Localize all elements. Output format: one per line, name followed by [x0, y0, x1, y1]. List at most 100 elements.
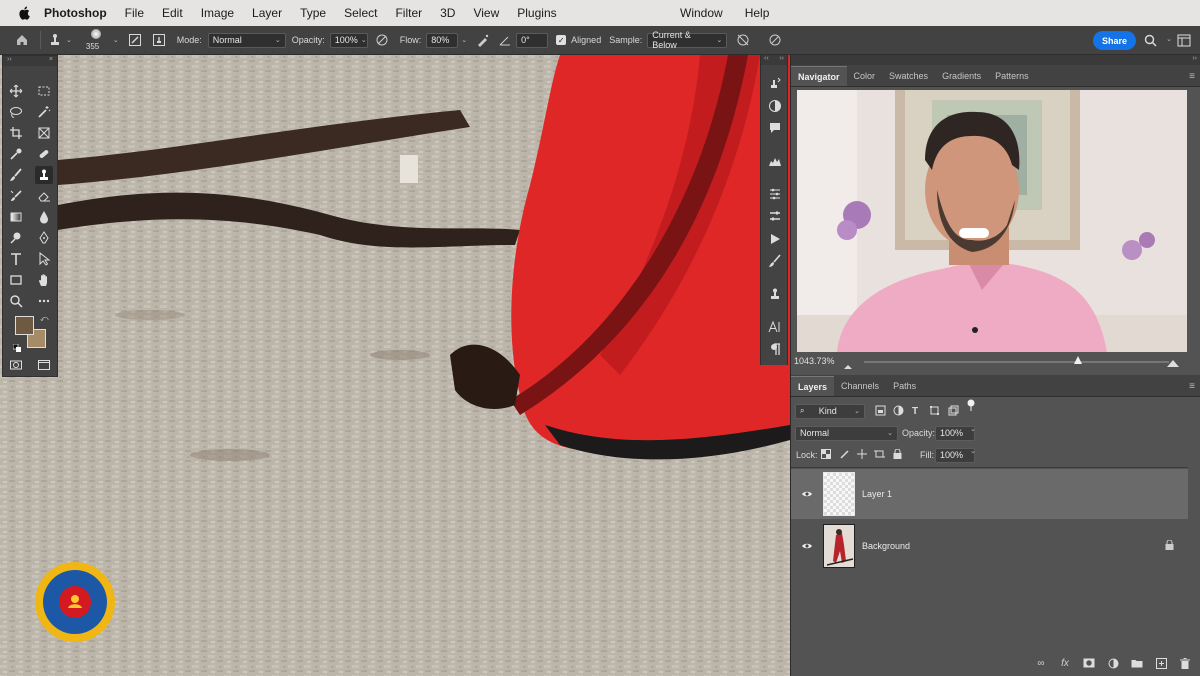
- history-brush-icon[interactable]: [7, 187, 25, 205]
- zoom-icon[interactable]: [7, 292, 25, 310]
- marquee-icon[interactable]: [35, 82, 53, 100]
- eyedropper-icon[interactable]: [7, 145, 25, 163]
- panel-menu-icon[interactable]: ≡: [1189, 71, 1195, 82]
- layer-name[interactable]: Background: [862, 541, 910, 551]
- clone-stamp-preset-icon[interactable]: [47, 32, 63, 48]
- navigator-preview[interactable]: [797, 90, 1187, 352]
- magic-wand-icon[interactable]: [35, 103, 53, 121]
- blend-mode-select[interactable]: Normal ⌄: [795, 425, 898, 441]
- menu-filter[interactable]: Filter: [395, 6, 422, 20]
- type-filter-icon[interactable]: T: [912, 406, 918, 417]
- add-mask-icon[interactable]: [1083, 657, 1095, 669]
- layer-opacity-input[interactable]: 100%: [935, 425, 975, 441]
- gradient-icon[interactable]: [7, 208, 25, 226]
- blur-icon[interactable]: [35, 208, 53, 226]
- search-icon[interactable]: [1142, 32, 1158, 48]
- comments-icon[interactable]: [767, 120, 783, 136]
- properties-icon[interactable]: [767, 186, 783, 202]
- tab-channels[interactable]: Channels: [834, 376, 886, 396]
- chevron-down-icon[interactable]: ⌄: [970, 447, 976, 455]
- healing-brush-icon[interactable]: [35, 145, 53, 163]
- sample-select[interactable]: Current & Below ⌄: [647, 30, 728, 50]
- chevron-down-icon[interactable]: ⌄: [461, 36, 467, 44]
- lock-artboard-icon[interactable]: [874, 449, 885, 461]
- path-select-icon[interactable]: [35, 250, 53, 268]
- screen-mode-icon[interactable]: [35, 356, 53, 374]
- layer-row[interactable]: Background: [791, 521, 1188, 571]
- move-icon[interactable]: [7, 82, 25, 100]
- frame-icon[interactable]: [35, 124, 53, 142]
- flow-input[interactable]: 80%: [426, 32, 459, 48]
- character-icon[interactable]: [767, 319, 783, 335]
- apple-icon[interactable]: [16, 6, 32, 20]
- tool-presets-icon[interactable]: [767, 286, 783, 302]
- visibility-eye-icon[interactable]: [797, 542, 817, 550]
- pressure-opacity-icon[interactable]: [374, 32, 390, 48]
- menu-edit[interactable]: Edit: [162, 6, 183, 20]
- lock-all-icon[interactable]: [893, 448, 902, 461]
- dock-header[interactable]: ››: [791, 55, 1200, 65]
- adjustment-filter-icon[interactable]: [893, 405, 904, 418]
- layer-name[interactable]: Layer 1: [862, 489, 892, 499]
- chevron-down-icon[interactable]: ⌄: [66, 36, 72, 44]
- layer-style-icon[interactable]: fx: [1059, 657, 1071, 669]
- menu-help[interactable]: Help: [745, 6, 770, 20]
- menu-plugins[interactable]: Plugins: [517, 6, 556, 20]
- share-button[interactable]: Share: [1093, 31, 1136, 50]
- tab-navigator[interactable]: Navigator: [791, 66, 847, 86]
- tab-patterns[interactable]: Patterns: [988, 66, 1036, 86]
- new-layer-icon[interactable]: [1155, 657, 1167, 669]
- pen-icon[interactable]: [35, 229, 53, 247]
- visibility-eye-icon[interactable]: [797, 490, 817, 498]
- navigator-zoom-slider[interactable]: [864, 356, 1169, 364]
- swap-colors-icon[interactable]: ⤺: [40, 314, 49, 324]
- eraser-icon[interactable]: [35, 187, 53, 205]
- actions-play-icon[interactable]: [767, 231, 783, 247]
- home-icon[interactable]: [14, 32, 30, 48]
- tab-gradients[interactable]: Gradients: [935, 66, 988, 86]
- brush-icon[interactable]: [7, 166, 25, 184]
- pixel-filter-icon[interactable]: [875, 405, 886, 418]
- rectangle-icon[interactable]: [7, 271, 25, 289]
- menu-layer[interactable]: Layer: [252, 6, 282, 20]
- angle-input[interactable]: 0°: [516, 32, 549, 48]
- more-tools-icon[interactable]: [35, 292, 53, 310]
- brush-settings-icon[interactable]: [127, 32, 143, 48]
- lasso-icon[interactable]: [7, 103, 25, 121]
- link-layers-icon[interactable]: ∞: [1035, 657, 1047, 669]
- strip-header[interactable]: ‹‹ ››: [761, 55, 787, 65]
- histogram-icon[interactable]: [767, 153, 783, 169]
- lock-transparent-icon[interactable]: [821, 449, 831, 461]
- libraries-icon[interactable]: [767, 208, 783, 224]
- foreground-color-swatch-top[interactable]: [15, 316, 34, 335]
- clone-source-icon[interactable]: [151, 32, 167, 48]
- menu-file[interactable]: File: [125, 6, 144, 20]
- menu-select[interactable]: Select: [344, 6, 377, 20]
- panel-menu-icon[interactable]: ≡: [1189, 381, 1195, 392]
- airbrush-icon[interactable]: [475, 32, 491, 48]
- document-canvas[interactable]: [0, 55, 790, 676]
- crop-icon[interactable]: [7, 124, 25, 142]
- aligned-checkbox[interactable]: ✓: [556, 35, 567, 45]
- filter-kind-select[interactable]: ⌕ Kind ⌄: [795, 403, 865, 419]
- quick-mask-icon[interactable]: [7, 356, 25, 374]
- brush-settings-panel-icon[interactable]: [767, 253, 783, 269]
- brush-preset-picker[interactable]: 355: [82, 27, 110, 53]
- dodge-icon[interactable]: [7, 229, 25, 247]
- menu-3d[interactable]: 3D: [440, 6, 455, 20]
- smart-object-filter-icon[interactable]: [948, 405, 959, 418]
- clone-stamp-icon[interactable]: [35, 166, 53, 184]
- default-colors-icon[interactable]: [12, 339, 21, 352]
- layer-row[interactable]: Layer 1: [791, 469, 1188, 519]
- chevron-down-icon[interactable]: ⌄: [1166, 35, 1172, 43]
- fill-input[interactable]: 100%: [935, 447, 975, 463]
- menu-window[interactable]: Window: [680, 6, 723, 20]
- mode-select[interactable]: Normal ⌄: [207, 32, 286, 48]
- zoom-out-icon[interactable]: [843, 357, 853, 375]
- adjustments-icon[interactable]: [767, 98, 783, 114]
- new-group-icon[interactable]: [1131, 657, 1143, 669]
- tab-layers[interactable]: Layers: [791, 376, 835, 396]
- pressure-size-icon[interactable]: [767, 32, 783, 48]
- tab-paths[interactable]: Paths: [886, 376, 923, 396]
- zoom-slider-knob[interactable]: [1073, 356, 1082, 364]
